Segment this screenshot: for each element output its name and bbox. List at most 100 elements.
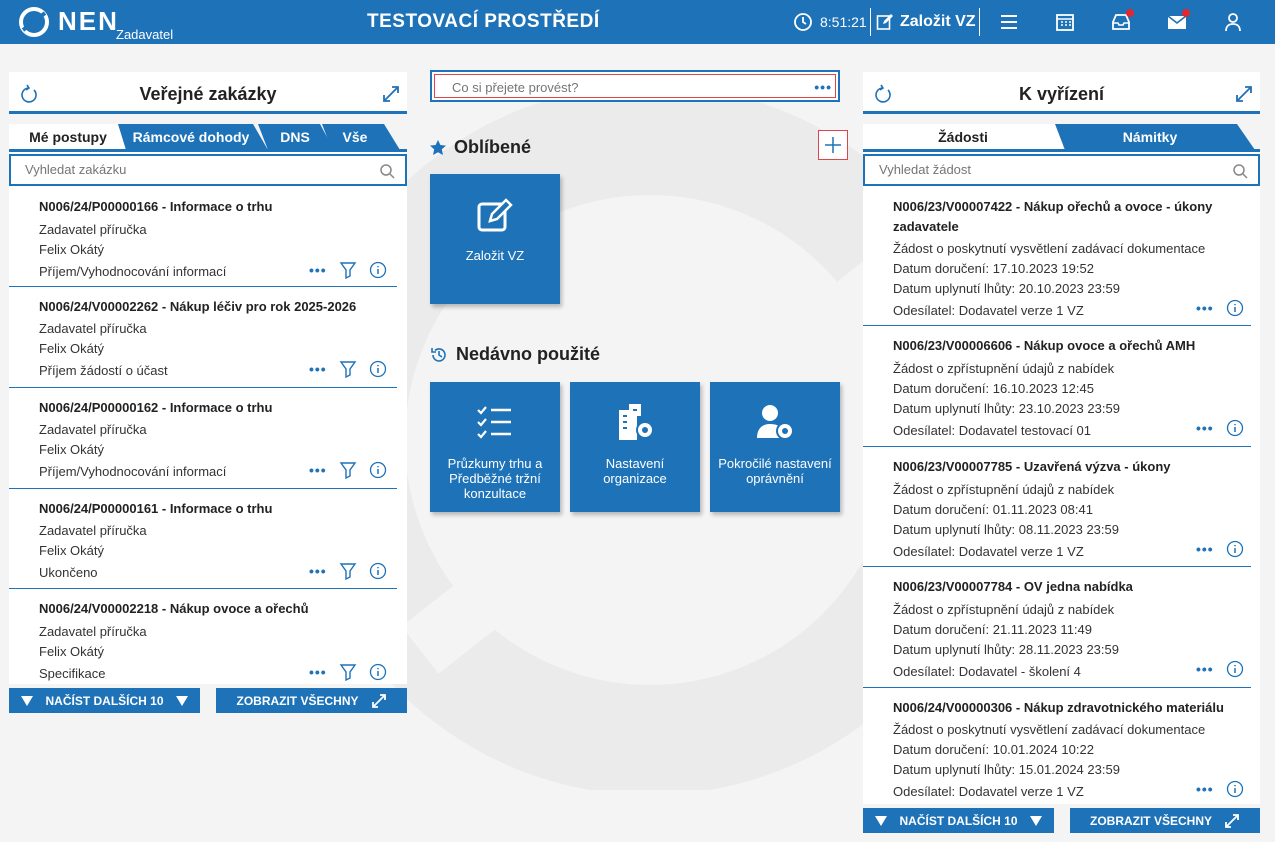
contract-title[interactable]: N006/24/V00002262 - Nákup léčiv pro rok … bbox=[39, 299, 356, 314]
request-type: Žádost o poskytnutí vysvětlení zadávací … bbox=[893, 722, 1206, 737]
more-icon[interactable]: ••• bbox=[309, 263, 327, 277]
expand-icon[interactable] bbox=[381, 84, 401, 104]
request-type: Žádost o zpřístupnění údajů z nabídek bbox=[893, 602, 1115, 617]
request-list-item[interactable]: N006/23/V00006606 - Nákup ovoce a ořechů… bbox=[863, 327, 1251, 447]
pending-panel: K vyřízení bbox=[863, 72, 1260, 124]
command-search-field[interactable]: ••• bbox=[430, 70, 840, 102]
info-icon[interactable] bbox=[1226, 780, 1244, 798]
logo-text: NEN bbox=[58, 6, 119, 36]
expand-icon bbox=[1225, 813, 1239, 828]
request-search-input[interactable] bbox=[879, 162, 1194, 177]
request-type: Žádost o zpřístupnění údajů z nabídek bbox=[893, 482, 1115, 497]
request-deadline: Datum uplynutí lhůty: 23.10.2023 23:59 bbox=[893, 401, 1120, 416]
info-icon[interactable] bbox=[369, 461, 387, 479]
nen-logo-icon[interactable] bbox=[18, 6, 50, 38]
request-list-item[interactable]: N006/24/V00000306 - Nákup zdravotnického… bbox=[863, 689, 1251, 804]
tab-objections[interactable]: Námitky bbox=[1060, 124, 1240, 150]
show-all-label: ZOBRAZIT VŠECHNY bbox=[236, 693, 359, 708]
request-title-continued[interactable]: zadavatele bbox=[893, 219, 959, 234]
request-title[interactable]: N006/24/V00000306 - Nákup zdravotnického… bbox=[893, 700, 1224, 715]
contract-person: Felix Okátý bbox=[39, 543, 105, 558]
tab-requests[interactable]: Žádosti bbox=[863, 124, 1063, 150]
triangle-down-icon bbox=[21, 695, 34, 706]
recent-title: Nedávno použité bbox=[456, 344, 601, 364]
header-divider bbox=[870, 8, 871, 36]
contract-title[interactable]: N006/24/P00000166 - Informace o trhu bbox=[39, 199, 272, 214]
session-time: 8:51:21 bbox=[820, 14, 867, 30]
info-icon[interactable] bbox=[369, 261, 387, 279]
info-icon[interactable] bbox=[369, 562, 387, 580]
load-more-requests-button[interactable]: NAČÍST DALŠÍCH 10 bbox=[863, 808, 1054, 833]
tab-framework-agreements[interactable]: Rámcové dohody bbox=[126, 124, 256, 150]
tab-my-procedures[interactable]: Mé postupy bbox=[9, 124, 127, 150]
more-icon[interactable]: ••• bbox=[814, 80, 832, 94]
search-icon[interactable] bbox=[379, 163, 395, 179]
expand-icon[interactable] bbox=[1234, 84, 1254, 104]
contract-status: Příjem/Vyhodnocování informací bbox=[39, 264, 227, 279]
request-list-item[interactable]: N006/23/V00007785 - Uzavřená výzva - úko… bbox=[863, 448, 1251, 567]
more-icon[interactable]: ••• bbox=[1196, 782, 1214, 796]
info-icon[interactable] bbox=[1226, 660, 1244, 678]
load-more-contracts-button[interactable]: NAČÍST DALŠÍCH 10 bbox=[9, 688, 200, 713]
contract-search-input[interactable] bbox=[25, 162, 341, 177]
info-icon[interactable] bbox=[1226, 419, 1244, 437]
contract-list-item[interactable]: N006/24/V00002262 - Nákup léčiv pro rok … bbox=[9, 288, 397, 388]
contract-search-field[interactable] bbox=[9, 154, 407, 186]
info-icon[interactable] bbox=[369, 663, 387, 681]
tab-label: Žádosti bbox=[938, 129, 988, 145]
contract-list-item[interactable]: N006/24/V00002218 - Nákup ovoce a ořechů… bbox=[9, 590, 397, 684]
search-icon[interactable] bbox=[1232, 163, 1248, 179]
edit-icon bbox=[477, 198, 513, 232]
more-icon[interactable]: ••• bbox=[309, 564, 327, 578]
filter-icon[interactable] bbox=[339, 360, 357, 378]
command-search-input[interactable] bbox=[452, 80, 752, 95]
create-vz-button[interactable]: Založit VZ bbox=[876, 8, 976, 36]
request-list-item[interactable]: N006/23/V00007422 - Nákup ořechů a ovoce… bbox=[863, 188, 1251, 326]
contract-title[interactable]: N006/24/V00002218 - Nákup ovoce a ořechů bbox=[39, 601, 309, 616]
inbox-notification-badge bbox=[1126, 9, 1134, 17]
user-icon[interactable] bbox=[1223, 12, 1243, 32]
more-icon[interactable]: ••• bbox=[1196, 421, 1214, 435]
more-icon[interactable]: ••• bbox=[1196, 301, 1214, 315]
filter-icon[interactable] bbox=[339, 261, 357, 279]
menu-icon[interactable] bbox=[999, 12, 1019, 32]
contract-title[interactable]: N006/24/P00000161 - Informace o trhu bbox=[39, 501, 272, 516]
show-all-contracts-button[interactable]: ZOBRAZIT VŠECHNY bbox=[216, 688, 407, 713]
request-list-item[interactable]: N006/23/V00007784 - OV jedna nabídka Žád… bbox=[863, 568, 1251, 688]
favorite-tile-create-vz[interactable]: Založit VZ bbox=[430, 174, 560, 304]
triangle-down-icon bbox=[175, 695, 188, 706]
recent-tile-advanced-permissions[interactable]: Pokročilé nastavení oprávnění bbox=[710, 382, 840, 512]
filter-icon[interactable] bbox=[339, 663, 357, 681]
tab-all[interactable]: Vše bbox=[330, 124, 380, 150]
request-search-field[interactable] bbox=[863, 154, 1260, 186]
more-icon[interactable]: ••• bbox=[309, 362, 327, 376]
info-icon[interactable] bbox=[1226, 299, 1244, 317]
more-icon[interactable]: ••• bbox=[1196, 662, 1214, 676]
more-icon[interactable]: ••• bbox=[1196, 542, 1214, 556]
request-deadline: Datum uplynutí lhůty: 08.11.2023 23:59 bbox=[893, 522, 1119, 537]
request-title[interactable]: N006/23/V00007422 - Nákup ořechů a ovoce… bbox=[893, 199, 1212, 214]
request-title[interactable]: N006/23/V00007785 - Uzavřená výzva - úko… bbox=[893, 459, 1171, 474]
recent-tile-organization-settings[interactable]: Nastavení organizace bbox=[570, 382, 700, 512]
contract-title[interactable]: N006/24/P00000162 - Informace o trhu bbox=[39, 400, 272, 415]
info-icon[interactable] bbox=[1226, 540, 1244, 558]
add-favorite-button[interactable] bbox=[818, 130, 848, 160]
contract-list-item[interactable]: N006/24/P00000161 - Informace o trhu Zad… bbox=[9, 490, 397, 589]
more-icon[interactable]: ••• bbox=[309, 665, 327, 679]
more-icon[interactable]: ••• bbox=[309, 463, 327, 477]
request-sender: Odesílatel: Dodavatel verze 1 VZ bbox=[893, 303, 1084, 318]
show-all-requests-button[interactable]: ZOBRAZIT VŠECHNY bbox=[1070, 808, 1260, 833]
user-gear-icon bbox=[757, 405, 794, 440]
tile-label: Založit VZ bbox=[465, 248, 525, 263]
request-title[interactable]: N006/23/V00007784 - OV jedna nabídka bbox=[893, 579, 1133, 594]
filter-icon[interactable] bbox=[339, 562, 357, 580]
contract-status: Specifikace bbox=[39, 666, 106, 681]
tab-dns[interactable]: DNS bbox=[266, 124, 324, 150]
calendar-icon[interactable] bbox=[1055, 12, 1075, 32]
contract-list-item[interactable]: N006/24/P00000166 - Informace o trhu Zad… bbox=[9, 188, 397, 287]
request-title[interactable]: N006/23/V00006606 - Nákup ovoce a ořechů… bbox=[893, 338, 1195, 353]
contract-list-item[interactable]: N006/24/P00000162 - Informace o trhu Zad… bbox=[9, 389, 397, 489]
recent-tile-market-research[interactable]: Průzkumy trhu a Předběžné tržní konzulta… bbox=[430, 382, 560, 512]
info-icon[interactable] bbox=[369, 360, 387, 378]
filter-icon[interactable] bbox=[339, 461, 357, 479]
